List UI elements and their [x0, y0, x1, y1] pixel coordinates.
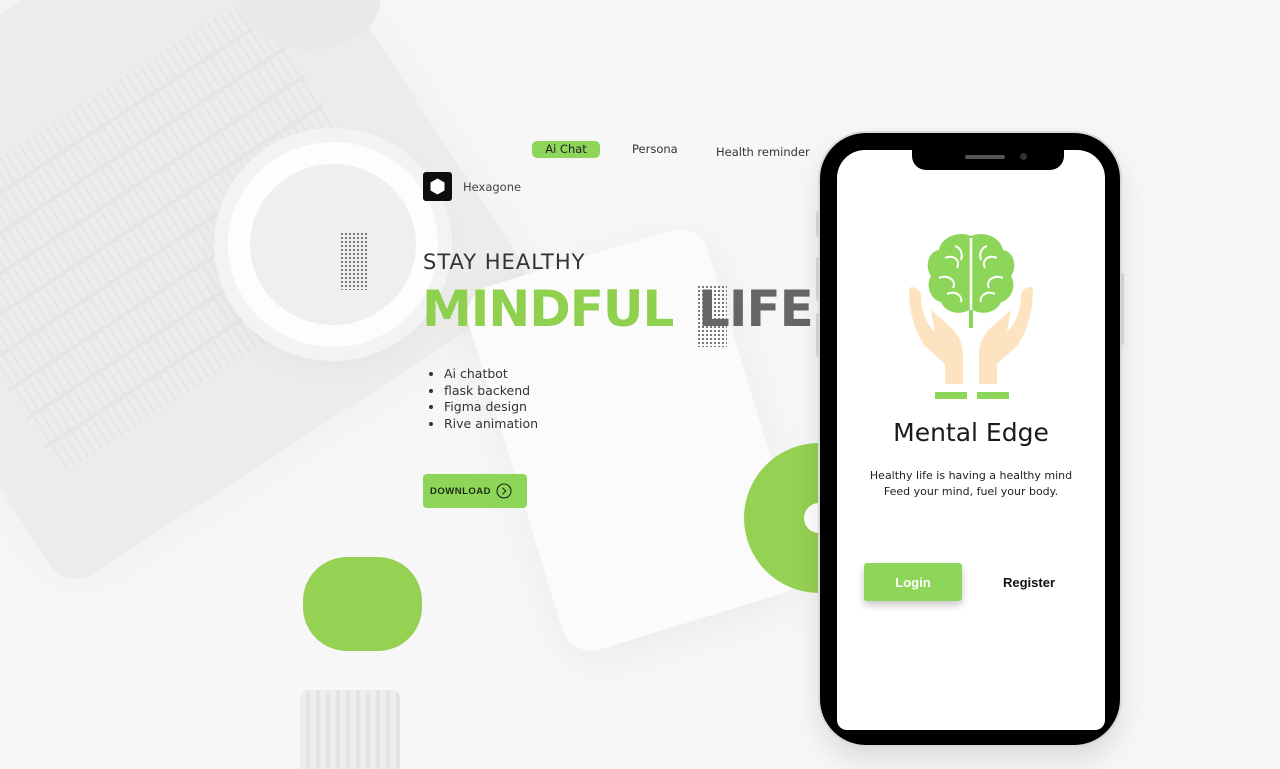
nav-item-health-reminder[interactable]: Health reminder	[716, 145, 810, 159]
phone-side-button	[816, 257, 819, 301]
feature-list: Ai chatbot flask backend Figma design Ri…	[428, 366, 538, 432]
background-watch	[300, 690, 400, 769]
decorative-blob	[303, 557, 422, 651]
hero-headline-mindful: MINDFUL	[422, 280, 674, 338]
phone-screen: Mental Edge Healthy life is having a hea…	[837, 150, 1105, 730]
dot-pattern	[697, 285, 727, 347]
chevron-right-circle-icon	[496, 483, 512, 499]
download-label: DOWNLOAD	[430, 485, 491, 497]
app-tagline: Healthy life is having a healthy mind Fe…	[837, 468, 1105, 500]
brand-name[interactable]: Hexagone	[463, 180, 521, 194]
list-item: Rive animation	[444, 416, 538, 433]
app-title: Mental Edge	[893, 418, 1049, 447]
brain-in-hands-icon	[909, 233, 1033, 399]
phone-side-button	[1121, 273, 1124, 345]
nav-item-persona[interactable]: Persona	[632, 142, 678, 156]
phone-mockup: Mental Edge Healthy life is having a hea…	[816, 133, 1124, 745]
tagline-line-1: Healthy life is having a healthy mind	[869, 469, 1073, 482]
dot-pattern	[340, 232, 368, 290]
tagline-line-2: Feed your mind, fuel your body.	[883, 485, 1059, 498]
home-indicator	[935, 720, 1007, 723]
hero-eyebrow: STAY HEALTHY	[423, 250, 586, 274]
login-button[interactable]: Login	[864, 563, 962, 601]
download-button[interactable]: DOWNLOAD	[423, 474, 527, 508]
nav-item-ai-chat[interactable]: Ai Chat	[532, 141, 600, 158]
register-button[interactable]: Register	[987, 563, 1071, 601]
phone-side-button	[816, 211, 819, 237]
list-item: flask backend	[444, 383, 538, 400]
list-item: Figma design	[444, 399, 538, 416]
phone-notch	[912, 150, 1064, 170]
hexagon-icon[interactable]	[423, 172, 452, 201]
phone-side-button	[816, 313, 819, 357]
background-coffee-cup	[228, 142, 438, 347]
list-item: Ai chatbot	[444, 366, 538, 383]
